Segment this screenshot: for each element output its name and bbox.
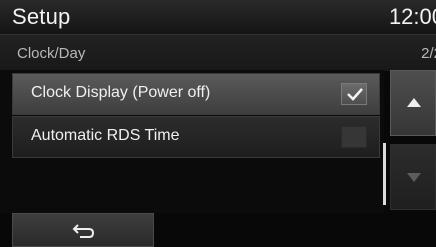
list-item-automatic-rds-time[interactable]: Automatic RDS Time [12, 116, 380, 158]
section-title: Clock/Day [17, 45, 86, 62]
checkbox-clock-display[interactable] [341, 83, 367, 105]
scroll-indicator [383, 143, 386, 205]
clock-display: 12:00 [388, 4, 436, 29]
settings-list: Clock Display (Power off) Automatic RDS … [0, 70, 384, 213]
chevron-up-icon [407, 98, 421, 107]
list-item-label: Clock Display (Power off) [31, 84, 211, 101]
scroll-down-button[interactable] [390, 144, 436, 210]
page-indicator: 2/2 [421, 45, 436, 62]
chevron-down-icon [407, 173, 421, 182]
header-bar: Setup 12:00 [0, 0, 436, 34]
list-item-label: Automatic RDS Time [31, 127, 180, 144]
list-item-clock-display[interactable]: Clock Display (Power off) [12, 73, 380, 115]
back-button[interactable] [12, 213, 154, 247]
checkbox-automatic-rds-time[interactable] [341, 126, 367, 148]
sub-header-bar: Clock/Day 2/2 [0, 34, 436, 71]
checkmark-icon [347, 88, 363, 101]
back-arrow-icon [72, 224, 95, 238]
setup-screen: Setup 12:00 Clock/Day 2/2 Clock Display … [0, 0, 436, 247]
page-title: Setup [12, 4, 71, 29]
scroll-up-button[interactable] [390, 70, 436, 136]
